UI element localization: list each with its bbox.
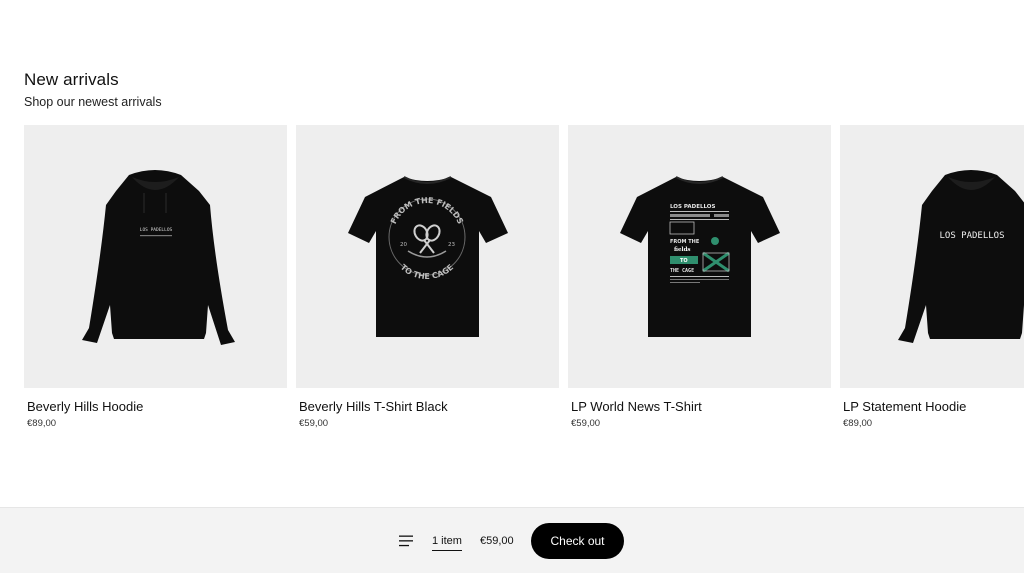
black-tshirt-icon: FROM THE FIELDS TO THE CAGE 20 23 — [348, 176, 508, 337]
product-card[interactable]: LOS PADELLOS LP Statement Hoodie €89,00 — [840, 125, 1024, 429]
poster-print-line-4: THE CAGE — [670, 268, 694, 274]
black-tshirt-icon: LOS PADELLOS FROM THE fields TO THE CAGE — [620, 176, 780, 337]
product-price: €59,00 — [571, 418, 601, 429]
section-title: New arrivals — [24, 70, 119, 89]
black-hoodie-icon: LOS PADELLOS — [898, 170, 1024, 343]
poster-print-line-1: FROM THE — [670, 239, 700, 245]
section-header: New arrivals Shop our newest arrivals — [24, 70, 162, 109]
hoodie-print: LOS PADELLOS — [939, 231, 1004, 241]
cart-item-count[interactable]: 1 item — [432, 535, 462, 551]
product-price: €59,00 — [299, 418, 329, 429]
product-card[interactable]: FROM THE FIELDS TO THE CAGE 20 23 Beverl… — [296, 125, 559, 429]
product-title[interactable]: LP World News T-Shirt — [571, 399, 831, 414]
product-image[interactable]: LOS PADELLOS — [840, 125, 1024, 388]
poster-print-line-2: fields — [674, 247, 691, 253]
tshirt-print-year-left: 20 — [400, 242, 407, 248]
product-carousel: LOS PADELLOS Beverly Hills Hoodie €89,00 — [24, 125, 1024, 429]
product-title[interactable]: LP Statement Hoodie — [843, 399, 1024, 414]
product-title[interactable]: Beverly Hills Hoodie — [27, 399, 287, 414]
tshirt-print-year-right: 23 — [448, 242, 455, 248]
product-card[interactable]: LOS PADELLOS FROM THE fields TO THE CAGE — [568, 125, 831, 429]
product-price: €89,00 — [27, 418, 57, 429]
poster-print-header: LOS PADELLOS — [670, 204, 715, 210]
product-price: €89,00 — [843, 418, 873, 429]
new-arrivals-page: New arrivals Shop our newest arrivals LO… — [0, 0, 1024, 573]
product-image[interactable]: LOS PADELLOS — [24, 125, 287, 388]
hoodie-print: LOS PADELLOS — [140, 227, 173, 233]
section-subtitle: Shop our newest arrivals — [24, 95, 162, 109]
cart-bar: 1 item €59,00 Check out — [0, 507, 1024, 573]
poster-print-line-3: TO — [680, 258, 688, 264]
product-image[interactable]: FROM THE FIELDS TO THE CAGE 20 23 — [296, 125, 559, 388]
hamburger-menu-icon[interactable] — [398, 534, 414, 548]
product-card[interactable]: LOS PADELLOS Beverly Hills Hoodie €89,00 — [24, 125, 287, 429]
black-hoodie-icon: LOS PADELLOS — [82, 170, 235, 345]
cart-total: €59,00 — [480, 535, 514, 547]
checkout-button[interactable]: Check out — [531, 523, 624, 559]
product-image[interactable]: LOS PADELLOS FROM THE fields TO THE CAGE — [568, 125, 831, 388]
product-title[interactable]: Beverly Hills T-Shirt Black — [299, 399, 559, 414]
